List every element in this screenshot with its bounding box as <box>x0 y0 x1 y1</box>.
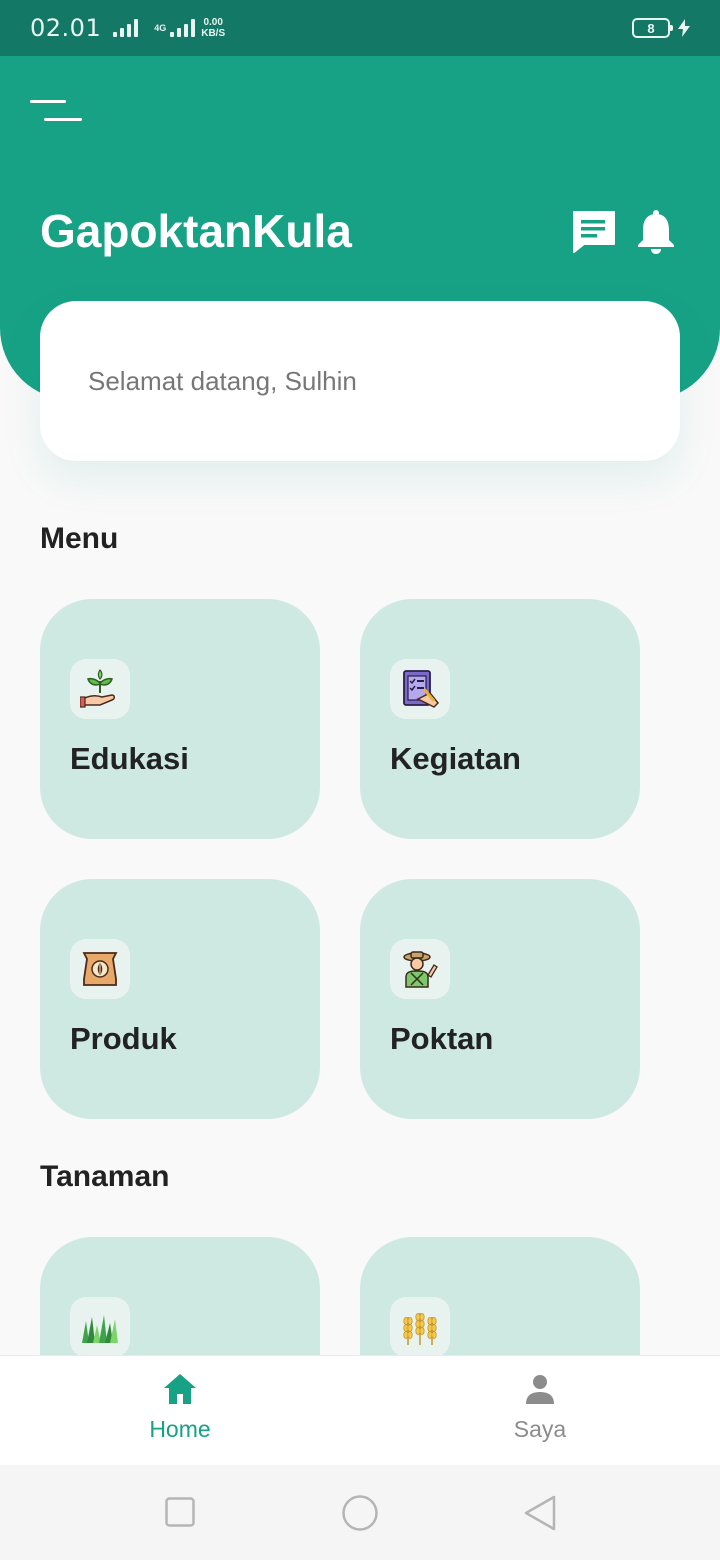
network-type: 4G <box>154 22 167 33</box>
home-icon <box>164 1374 196 1404</box>
nav-saya-label: Saya <box>513 1416 567 1442</box>
signal-icon <box>113 19 139 37</box>
farmer-icon <box>390 939 450 999</box>
menu-card-poktan[interactable]: Poktan <box>360 879 640 1119</box>
charging-icon <box>678 19 690 37</box>
wheat-icon <box>390 1297 450 1357</box>
battery-level: 8 <box>647 20 655 36</box>
welcome-card: Selamat datang, Sulhin <box>40 301 680 461</box>
nav-home-label: Home <box>149 1416 211 1442</box>
battery-icon: 8 <box>632 18 673 38</box>
nav-home[interactable]: Home <box>0 1356 360 1466</box>
recent-apps-icon[interactable] <box>165 1497 195 1527</box>
seed-sack-icon <box>70 939 130 999</box>
bottom-nav: Home Saya <box>0 1355 720 1465</box>
signal-4g-icon <box>170 19 196 37</box>
chat-icon[interactable] <box>572 210 616 254</box>
bell-icon[interactable] <box>636 210 676 254</box>
speed-unit: KB/S <box>201 28 226 39</box>
menu-card-label: Poktan <box>390 1021 494 1056</box>
plant-in-hand-icon <box>70 659 130 719</box>
hamburger-icon[interactable] <box>30 100 82 126</box>
app-title: GapoktanKula <box>40 205 352 257</box>
menu-card-label: Kegiatan <box>390 741 521 776</box>
tanaman-section-title: Tanaman <box>40 1160 170 1193</box>
home-circle-icon[interactable] <box>341 1494 379 1532</box>
speed-value: 0.00 <box>203 17 223 28</box>
menu-card-kegiatan[interactable]: Kegiatan <box>360 599 640 839</box>
status-bar: 02.01 4G 0.00 KB/S 8 <box>0 0 720 56</box>
person-icon <box>526 1375 554 1404</box>
back-icon[interactable] <box>522 1494 558 1532</box>
grass-icon <box>70 1297 130 1357</box>
menu-section-title: Menu <box>40 522 119 555</box>
menu-card-label: Edukasi <box>70 741 189 776</box>
nav-saya[interactable]: Saya <box>360 1356 720 1466</box>
menu-card-produk[interactable]: Produk <box>40 879 320 1119</box>
clipboard-checklist-icon <box>390 659 450 719</box>
menu-card-label: Produk <box>70 1021 177 1056</box>
status-time: 02.01 <box>30 14 102 42</box>
system-nav-bar <box>0 1465 720 1560</box>
welcome-text: Selamat datang, Sulhin <box>88 365 357 396</box>
menu-card-edukasi[interactable]: Edukasi <box>40 599 320 839</box>
network-speed: 0.00 KB/S <box>201 17 225 39</box>
